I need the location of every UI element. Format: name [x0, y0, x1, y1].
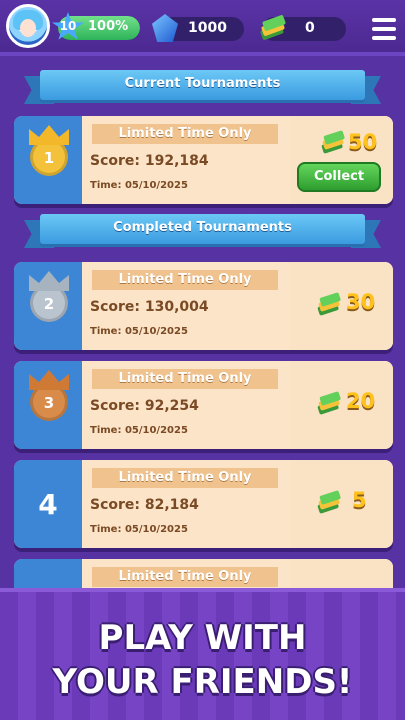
reward-panel: 5 [290, 460, 393, 548]
tournament-title: Limited Time Only [92, 270, 278, 290]
hamburger-menu-icon[interactable] [372, 18, 396, 40]
avatar-face [20, 19, 36, 37]
rank-number: 3 [43, 394, 55, 412]
rank-panel: 3 [14, 361, 82, 449]
time-label: Time: [90, 425, 122, 436]
gold-medal-icon: 1 [29, 125, 69, 176]
crown-icon [29, 125, 69, 145]
time-label: Time: [90, 524, 122, 535]
cash-stack-icon [317, 490, 341, 514]
time-value: 05/10/2025 [124, 524, 188, 535]
score-text: Score: 82,184 [90, 497, 199, 513]
promo-line-1: PLAY WITH [98, 618, 307, 658]
tournament-title: Limited Time Only [92, 468, 278, 488]
rank-panel: 4 [14, 460, 82, 548]
level-number: 10 [59, 19, 77, 33]
score-value: 92,254 [144, 398, 199, 414]
promo-banner: PLAY WITH YOUR FRIENDS! [0, 588, 405, 720]
section-title: Current Tournaments [124, 76, 281, 91]
score-text: Score: 130,004 [90, 299, 209, 315]
reward-panel: 20 [290, 361, 393, 449]
tournament-title: Limited Time Only [92, 567, 278, 587]
score-value: 192,184 [144, 153, 209, 169]
score-label: Score: [90, 153, 140, 169]
cash-stack-icon [260, 15, 286, 40]
score-value: 82,184 [144, 497, 199, 513]
reward-value: 30 [346, 290, 376, 314]
rank-panel: 2 [14, 262, 82, 350]
time-value: 05/10/2025 [124, 326, 188, 337]
current-tournaments-header: Current Tournaments [24, 70, 381, 104]
cash-stack-icon [321, 130, 345, 154]
gems-value: 1000 [188, 20, 227, 36]
promo-line-2: YOUR FRIENDS! [52, 662, 353, 702]
level-percent: 100% [88, 19, 129, 34]
collect-button[interactable]: Collect [297, 162, 381, 192]
time-text: Time: 05/10/2025 [90, 326, 188, 337]
time-value: 05/10/2025 [124, 425, 188, 436]
rank-number: 4 [38, 488, 58, 521]
tournament-title: Limited Time Only [92, 369, 278, 389]
tournament-card-current: 1 Limited Time Only Score: 192,184 Time:… [14, 116, 393, 204]
score-label: Score: [90, 299, 140, 315]
completed-tournaments-header: Completed Tournaments [24, 214, 381, 248]
score-value: 130,004 [144, 299, 209, 315]
time-label: Time: [90, 180, 122, 191]
score-label: Score: [90, 398, 140, 414]
time-text: Time: 05/10/2025 [90, 180, 188, 191]
tournament-card-completed: 2 Limited Time Only Score: 130,004 Time:… [14, 262, 393, 350]
bronze-medal-icon: 3 [29, 370, 69, 421]
reward-panel: 30 [290, 262, 393, 350]
rank-number: 1 [43, 149, 55, 167]
time-text: Time: 05/10/2025 [90, 524, 188, 535]
tournament-card-completed: 3 Limited Time Only Score: 92,254 Time: … [14, 361, 393, 449]
reward-value: 5 [352, 488, 367, 512]
top-bar: 100% 10 1000 0 [0, 0, 405, 60]
time-text: Time: 05/10/2025 [90, 425, 188, 436]
score-text: Score: 92,254 [90, 398, 199, 414]
reward-value: 50 [348, 130, 378, 154]
rank-number: 2 [43, 295, 55, 313]
tournament-card-completed: 4 Limited Time Only Score: 82,184 Time: … [14, 460, 393, 548]
reward-value: 20 [346, 389, 376, 413]
reward-panel: 50 Collect [290, 116, 393, 204]
rank-panel: 1 [14, 116, 82, 204]
score-label: Score: [90, 497, 140, 513]
time-value: 05/10/2025 [124, 180, 188, 191]
player-avatar[interactable] [6, 4, 50, 48]
cash-value: 0 [305, 20, 315, 36]
crown-icon [29, 370, 69, 390]
section-title: Completed Tournaments [113, 220, 292, 235]
time-label: Time: [90, 326, 122, 337]
silver-medal-icon: 2 [29, 271, 69, 322]
cash-stack-icon [317, 391, 341, 415]
score-text: Score: 192,184 [90, 153, 209, 169]
cash-stack-icon [317, 292, 341, 316]
crown-icon [29, 271, 69, 291]
tournament-title: Limited Time Only [92, 124, 278, 144]
